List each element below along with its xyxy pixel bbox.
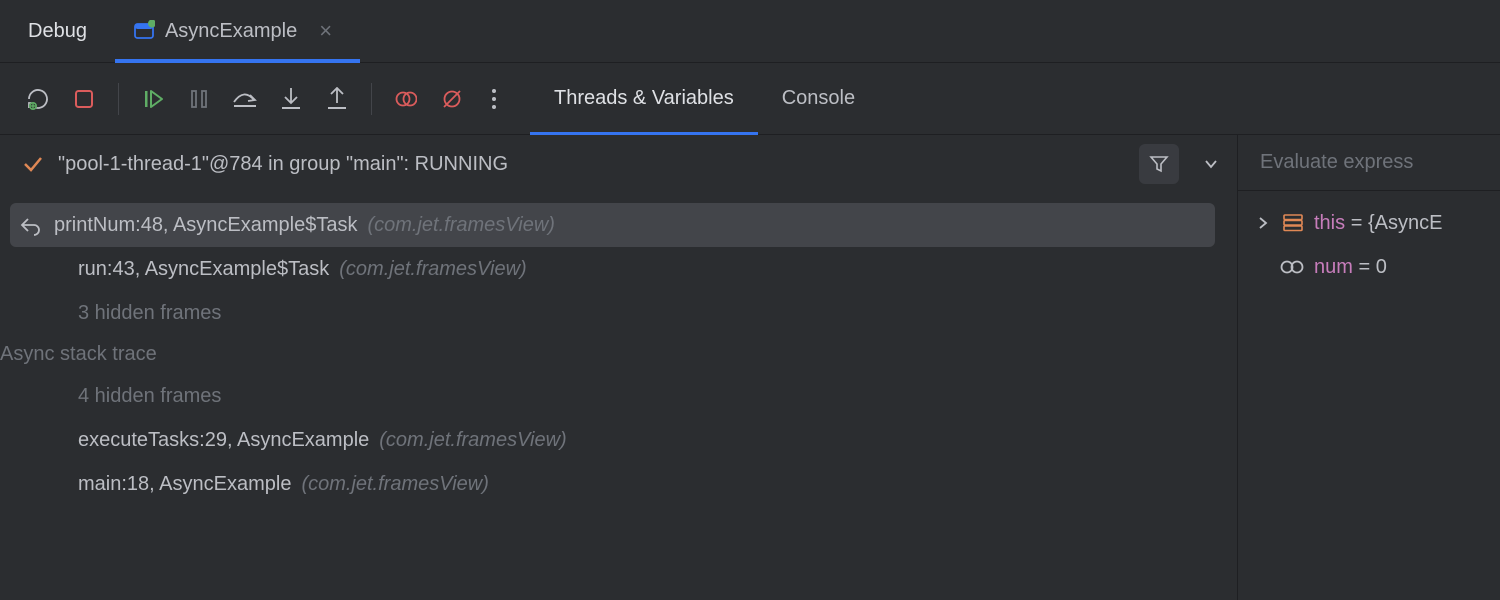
frame-package: (com.jet.framesView) [379, 429, 566, 452]
frame-location: main:18, AsyncExample [78, 473, 291, 496]
close-icon[interactable]: × [319, 18, 332, 44]
async-stack-label: Async stack trace [0, 335, 1225, 374]
step-out-button[interactable] [317, 79, 357, 119]
variable-name: num [1314, 256, 1353, 278]
drop-frame-icon [20, 214, 42, 236]
object-icon [1282, 212, 1304, 234]
frame-location: run:43, AsyncExample$Task [78, 258, 329, 281]
frame-location: printNum:48, AsyncExample$Task [54, 214, 357, 237]
toolbar-divider [118, 83, 119, 115]
variable-row[interactable]: num = 0 [1254, 245, 1500, 289]
thread-status-text: "pool-1-thread-1"@784 in group "main": R… [58, 153, 1125, 176]
step-over-button[interactable] [225, 79, 265, 119]
view-breakpoints-button[interactable] [386, 79, 426, 119]
step-into-button[interactable] [271, 79, 311, 119]
toolbar-divider [371, 83, 372, 115]
tab-console[interactable]: Console [758, 63, 879, 135]
filter-button[interactable] [1139, 144, 1179, 184]
tab-label: AsyncExample [165, 20, 297, 43]
tool-window-title: Debug [0, 0, 115, 62]
resume-button[interactable] [133, 79, 173, 119]
stack-frame[interactable]: printNum:48, AsyncExample$Task (com.jet.… [10, 203, 1215, 247]
rerun-button[interactable] [18, 79, 58, 119]
variables-panel: Evaluate express this = {AsyncE [1238, 135, 1500, 600]
watch-icon [1280, 259, 1304, 275]
tab-threads-variables[interactable]: Threads & Variables [530, 63, 758, 135]
stack-frame[interactable]: run:43, AsyncExample$Task (com.jet.frame… [10, 247, 1215, 291]
debug-toolbar: Threads & Variables Console [0, 63, 1500, 135]
expand-icon[interactable] [1254, 217, 1272, 229]
frame-package: (com.jet.framesView) [301, 473, 488, 496]
application-icon [133, 20, 155, 42]
frame-package: (com.jet.framesView) [367, 214, 554, 237]
more-actions-button[interactable] [478, 89, 510, 109]
pause-button[interactable] [179, 79, 219, 119]
hidden-frames-label: 4 hidden frames [78, 385, 221, 408]
variable-row[interactable]: this = {AsyncE [1254, 201, 1500, 245]
hidden-frames-label: 3 hidden frames [78, 302, 221, 325]
evaluate-expression-input[interactable]: Evaluate express [1238, 135, 1500, 191]
variable-value: {AsyncE [1368, 212, 1442, 234]
frame-package: (com.jet.framesView) [339, 258, 526, 281]
frames-panel: "pool-1-thread-1"@784 in group "main": R… [0, 135, 1238, 600]
debug-header: Debug AsyncExample × [0, 0, 1500, 63]
thread-selector[interactable]: "pool-1-thread-1"@784 in group "main": R… [0, 135, 1237, 193]
hidden-frames-row[interactable]: 4 hidden frames [10, 374, 1215, 418]
mute-breakpoints-button[interactable] [432, 79, 472, 119]
frames-list: printNum:48, AsyncExample$Task (com.jet.… [0, 193, 1237, 600]
variables-list: this = {AsyncE num = 0 [1238, 191, 1500, 289]
debug-main: "pool-1-thread-1"@784 in group "main": R… [0, 135, 1500, 600]
run-config-tab[interactable]: AsyncExample × [115, 0, 360, 62]
debug-view-tabs: Threads & Variables Console [530, 63, 879, 135]
stack-frame[interactable]: executeTasks:29, AsyncExample (com.jet.f… [10, 418, 1215, 462]
thread-dropdown-button[interactable] [1193, 144, 1229, 184]
variable-value: 0 [1376, 256, 1387, 278]
variable-name: this [1314, 212, 1345, 234]
stop-button[interactable] [64, 79, 104, 119]
stack-frame[interactable]: main:18, AsyncExample (com.jet.framesVie… [10, 462, 1215, 506]
check-icon [22, 153, 44, 175]
frame-location: executeTasks:29, AsyncExample [78, 429, 369, 452]
hidden-frames-row[interactable]: 3 hidden frames [10, 291, 1215, 335]
